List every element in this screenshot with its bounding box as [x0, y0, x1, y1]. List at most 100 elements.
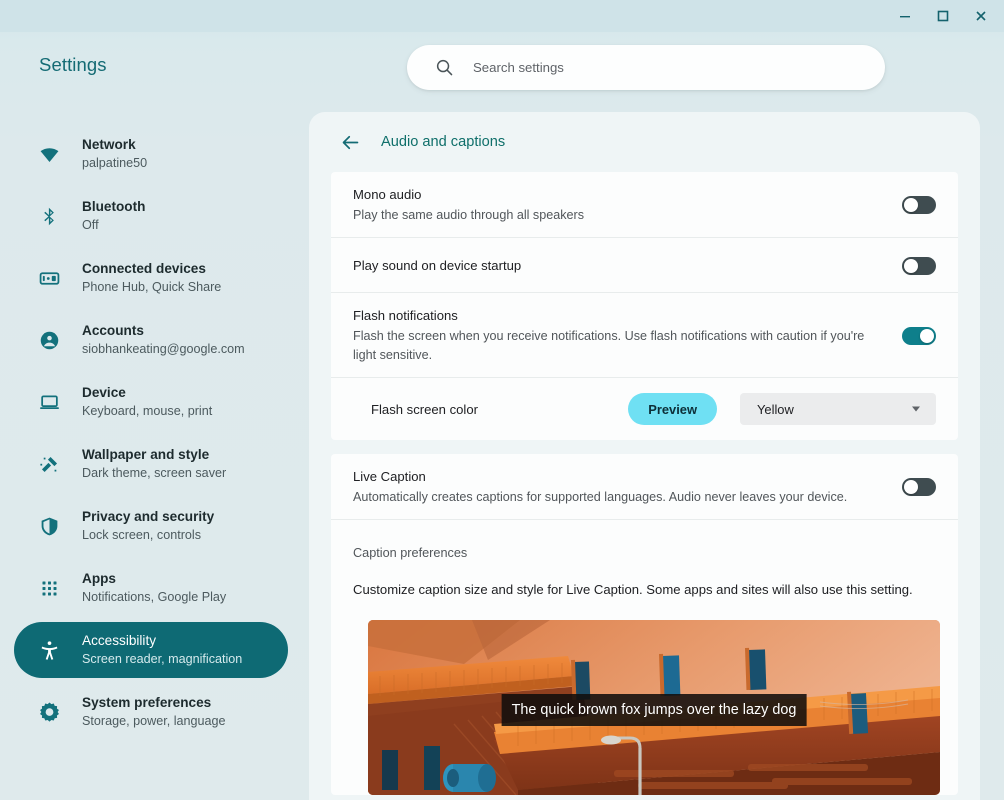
navigation-sidebar: Network palpatine50 Bluetooth Off	[0, 112, 302, 800]
content-header: Audio and captions	[309, 112, 980, 172]
sidebar-item-title: Apps	[82, 570, 226, 588]
search-input[interactable]	[473, 60, 853, 75]
sidebar-item-text: System preferences Storage, power, langu…	[82, 694, 226, 730]
toggle-knob	[904, 198, 918, 212]
sidebar-item-subtitle: Storage, power, language	[82, 713, 226, 730]
sidebar-item-wallpaper-and-style[interactable]: Wallpaper and style Dark theme, screen s…	[14, 436, 288, 492]
sidebar-item-subtitle: palpatine50	[82, 155, 147, 172]
sidebar-item-title: Wallpaper and style	[82, 446, 226, 464]
setting-title: Play sound on device startup	[353, 256, 882, 275]
setting-row-play-sound-on-startup: Play sound on device startup	[331, 238, 958, 293]
app-topbar: Settings	[0, 32, 1004, 112]
caption-preferences-section: Caption preferences Customize caption si…	[331, 520, 958, 597]
sidebar-item-text: Network palpatine50	[82, 136, 147, 172]
settings-window: Settings Network palpatine50	[0, 0, 1004, 800]
setting-subtitle: Automatically creates captions for suppo…	[353, 488, 882, 507]
sidebar-item-text: Wallpaper and style Dark theme, screen s…	[82, 446, 226, 482]
sidebar-item-subtitle: Off	[82, 217, 145, 234]
preview-button[interactable]: Preview	[628, 393, 717, 425]
page-title: Audio and captions	[381, 134, 505, 150]
play-sound-on-device-startup-toggle[interactable]	[902, 257, 936, 275]
setting-text: Flash notifications Flash the screen whe…	[353, 306, 902, 365]
setting-text: Play sound on device startup	[353, 256, 902, 275]
sidebar-item-network[interactable]: Network palpatine50	[14, 126, 288, 182]
sidebar-item-connected-devices[interactable]: Connected devices Phone Hub, Quick Share	[14, 250, 288, 306]
sidebar-item-title: System preferences	[82, 694, 226, 712]
minimize-button[interactable]	[886, 1, 924, 31]
setting-row-live-caption: Live Caption Automatically creates capti…	[331, 454, 958, 520]
sidebar-item-subtitle: Screen reader, magnification	[82, 651, 242, 668]
toggle-knob	[920, 329, 934, 343]
setting-text: Flash screen color	[371, 400, 628, 419]
flash-notifications-toggle[interactable]	[902, 327, 936, 345]
mono-audio-toggle[interactable]	[902, 196, 936, 214]
chevron-down-icon	[912, 407, 920, 412]
caption-preferences-description: Customize caption size and style for Liv…	[353, 560, 936, 597]
apps-grid-icon	[38, 577, 60, 599]
sidebar-item-subtitle: Lock screen, controls	[82, 527, 214, 544]
sidebar-item-system-preferences[interactable]: System preferences Storage, power, langu…	[14, 684, 288, 740]
live-caption-toggle[interactable]	[902, 478, 936, 496]
main-content-panel: Audio and captions Mono audio Play the s…	[309, 112, 980, 800]
flash-screen-color-select[interactable]: Yellow	[740, 393, 936, 425]
close-button[interactable]	[962, 1, 1000, 31]
caption-settings-card: Live Caption Automatically creates capti…	[331, 454, 958, 795]
sidebar-item-title: Bluetooth	[82, 198, 145, 216]
sidebar-item-subtitle: Notifications, Google Play	[82, 589, 226, 606]
sidebar-item-title: Accounts	[82, 322, 245, 340]
laptop-icon	[38, 391, 60, 413]
sidebar-item-text: Bluetooth Off	[82, 198, 145, 234]
gear-icon	[38, 701, 60, 723]
sidebar-item-bluetooth[interactable]: Bluetooth Off	[14, 188, 288, 244]
bluetooth-icon	[38, 205, 60, 227]
sidebar-item-privacy-and-security[interactable]: Privacy and security Lock screen, contro…	[14, 498, 288, 554]
wallpaper-brush-icon	[38, 453, 60, 475]
setting-title: Flash notifications	[353, 306, 882, 325]
window-titlebar	[0, 0, 1004, 32]
sidebar-item-device[interactable]: Device Keyboard, mouse, print	[14, 374, 288, 430]
shield-icon	[38, 515, 60, 537]
setting-subtitle: Play the same audio through all speakers	[353, 206, 882, 225]
sidebar-item-title: Network	[82, 136, 147, 154]
sidebar-item-subtitle: Dark theme, screen saver	[82, 465, 226, 482]
sidebar-item-subtitle: Phone Hub, Quick Share	[82, 279, 221, 296]
flash-screen-color-value: Yellow	[757, 402, 794, 417]
setting-title: Mono audio	[353, 185, 882, 204]
sidebar-item-text: Accessibility Screen reader, magnificati…	[82, 632, 242, 668]
sidebar-item-text: Device Keyboard, mouse, print	[82, 384, 212, 420]
maximize-button[interactable]	[924, 1, 962, 31]
sidebar-item-title: Connected devices	[82, 260, 221, 278]
account-icon	[38, 329, 60, 351]
flash-screen-color-label: Flash screen color	[371, 400, 608, 419]
setting-text: Live Caption Automatically creates capti…	[353, 467, 902, 507]
sidebar-item-title: Privacy and security	[82, 508, 214, 526]
app-title: Settings	[39, 54, 107, 76]
sidebar-item-accessibility[interactable]: Accessibility Screen reader, magnificati…	[14, 622, 288, 678]
audio-settings-card: Mono audio Play the same audio through a…	[331, 172, 958, 440]
setting-row-flash-screen-color: Flash screen color Preview Yellow	[331, 378, 958, 440]
setting-row-mono-audio: Mono audio Play the same audio through a…	[331, 172, 958, 238]
sidebar-item-text: Privacy and security Lock screen, contro…	[82, 508, 214, 544]
caption-preview-text: The quick brown fox jumps over the lazy …	[502, 694, 807, 726]
sidebar-item-text: Connected devices Phone Hub, Quick Share	[82, 260, 221, 296]
sidebar-item-title: Device	[82, 384, 212, 402]
accessibility-icon	[38, 639, 60, 661]
arrow-left-icon[interactable]	[337, 129, 363, 155]
sidebar-item-accounts[interactable]: Accounts siobhankeating@google.com	[14, 312, 288, 368]
sidebar-item-text: Accounts siobhankeating@google.com	[82, 322, 245, 358]
sidebar-item-subtitle: siobhankeating@google.com	[82, 341, 245, 358]
sidebar-item-title: Accessibility	[82, 632, 242, 650]
toggle-knob	[904, 480, 918, 494]
setting-row-flash-notifications: Flash notifications Flash the screen whe…	[331, 293, 958, 378]
setting-text: Mono audio Play the same audio through a…	[353, 185, 902, 225]
caption-preview-image: The quick brown fox jumps over the lazy …	[368, 620, 940, 795]
sidebar-item-subtitle: Keyboard, mouse, print	[82, 403, 212, 420]
setting-title: Live Caption	[353, 467, 882, 486]
wifi-icon	[38, 143, 60, 165]
setting-subtitle: Flash the screen when you receive notifi…	[353, 327, 882, 365]
sidebar-item-apps[interactable]: Apps Notifications, Google Play	[14, 560, 288, 616]
search-bar[interactable]	[407, 45, 885, 90]
search-icon	[430, 54, 458, 82]
toggle-knob	[904, 259, 918, 273]
sidebar-item-text: Apps Notifications, Google Play	[82, 570, 226, 606]
